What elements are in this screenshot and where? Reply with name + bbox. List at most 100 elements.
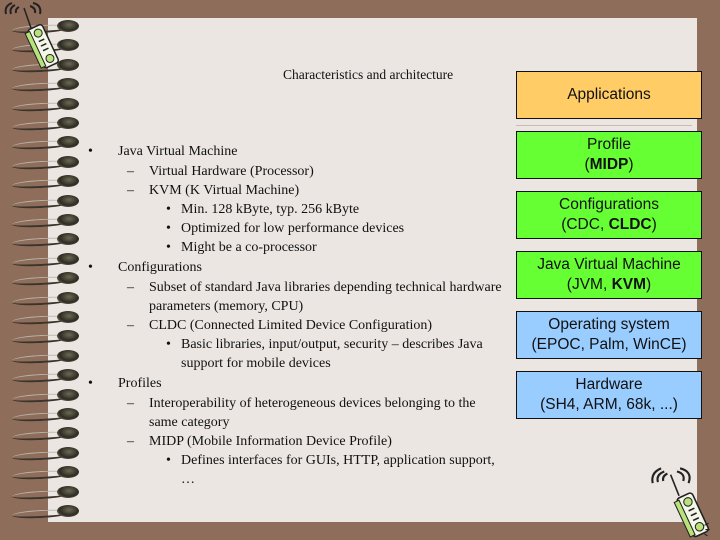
ring-hole — [57, 117, 79, 129]
spiral-ring — [11, 117, 92, 132]
architecture-layer-operating-system: Operating system (EPOC, Palm, WinCE) — [516, 311, 702, 359]
bullet-text: Profiles — [118, 376, 162, 391]
ring-hole — [57, 214, 79, 226]
spiral-ring — [11, 485, 92, 501]
layer-name: Configurations — [559, 196, 659, 213]
mobile-phone-icon — [4, 2, 60, 69]
ring-hole — [57, 97, 79, 110]
spiral-ring — [11, 233, 92, 248]
ring-hole — [57, 349, 79, 362]
dash-marker: – — [127, 280, 134, 295]
spiral-ring — [11, 175, 92, 190]
ring-hole — [57, 369, 79, 382]
spiral-ring — [11, 427, 92, 442]
bullet-item-level-3: • Defines interfaces for GUIs, HTTP, appl… — [86, 451, 506, 489]
spiral-ring — [11, 349, 92, 365]
bullet-item-level-2: – Subset of standard Java libraries depen… — [86, 278, 506, 316]
spiral-ring — [11, 97, 92, 113]
mobile-phone-icon — [651, 467, 710, 538]
bullet-item-level-2: – Interoperability of heterogeneous devic… — [86, 394, 506, 432]
bullet-text: Optimized for low performance devices — [181, 221, 405, 236]
ring-hole — [57, 175, 79, 188]
bullet-text: Basic libraries, input/output, security … — [181, 337, 483, 371]
bullet-marker: • — [166, 453, 171, 468]
bullet-text: Min. 128 kByte, typ. 256 kByte — [181, 202, 360, 217]
bullet-marker: • — [166, 240, 171, 255]
ring-hole — [57, 194, 79, 207]
bullet-text: Interoperability of heterogeneous device… — [149, 396, 476, 430]
layer-detail: (EPOC, Palm, WinCE) — [531, 335, 686, 355]
layer-name: Operating system — [548, 316, 670, 333]
layer-detail-text: ) — [651, 216, 657, 233]
layer-detail-text: ) — [646, 276, 652, 293]
ring-hole — [57, 485, 79, 498]
bullet-item-level-3: • Optimized for low performance devices — [86, 219, 506, 238]
bullet-marker: • — [166, 221, 171, 236]
ring-hole — [57, 408, 79, 420]
bullet-item-level-1: • Java Virtual Machine — [86, 142, 506, 162]
spiral-ring — [11, 252, 92, 268]
layer-name: Hardware — [575, 376, 643, 393]
architecture-layer-hardware: Hardware (SH4, ARM, 68k, ...) — [516, 371, 702, 419]
bullet-text: Might be a co-processor — [181, 240, 317, 255]
bullet-text: Defines interfaces for GUIs, HTTP, appli… — [181, 453, 495, 487]
architecture-layer-configurations: Configurations (CDC, CLDC) — [516, 191, 702, 239]
spiral-ring — [11, 78, 92, 93]
bullet-text: Java Virtual Machine — [118, 144, 238, 159]
spiral-ring — [11, 408, 92, 423]
spiral-ring — [11, 214, 92, 229]
layer-name: Profile — [587, 136, 631, 153]
ring-hole — [57, 20, 79, 32]
ring-hole — [57, 446, 79, 459]
bullet-text: Virtual Hardware (Processor) — [149, 164, 314, 179]
spiral-ring — [11, 136, 92, 151]
bullet-text: CLDC (Connected Limited Device Configura… — [149, 318, 433, 333]
bullet-text: Configurations — [118, 260, 202, 275]
dash-marker: – — [127, 434, 134, 449]
spiral-ring — [11, 291, 92, 307]
dash-marker: – — [127, 183, 134, 198]
layer-name: Java Virtual Machine — [537, 256, 681, 273]
spiral-ring — [11, 505, 92, 520]
spiral-ring — [11, 446, 92, 462]
bullet-marker: • — [166, 337, 171, 352]
spiral-ring — [11, 194, 92, 210]
bullet-item-level-2: – KVM (K Virtual Machine) — [86, 181, 506, 200]
bullet-marker: • — [88, 376, 93, 391]
spiral-ring — [11, 369, 92, 384]
bullet-item-level-1: • Profiles — [86, 374, 506, 394]
bullet-item-level-2: – CLDC (Connected Limited Device Configur… — [86, 316, 506, 335]
slide-title: Characteristics and architecture — [283, 67, 454, 82]
layer-detail: (CDC, CLDC) — [561, 215, 657, 235]
architecture-layer-java-virtual-machine: Java Virtual Machine (JVM, KVM) — [516, 251, 702, 299]
bullet-marker: • — [88, 144, 93, 159]
layer-detail-text: (SH4, ARM, 68k, ...) — [540, 396, 678, 413]
spiral-ring — [11, 388, 92, 404]
ring-hole — [57, 136, 79, 149]
ring-hole — [57, 291, 79, 304]
spiral-ring — [11, 272, 92, 287]
bullet-item-level-1: • Configurations — [86, 258, 506, 278]
dash-marker: – — [127, 318, 134, 333]
bullet-item-level-2: – Virtual Hardware (Processor) — [86, 162, 506, 181]
bullet-text: KVM (K Virtual Machine) — [149, 183, 300, 198]
dash-marker: – — [127, 164, 134, 179]
bullet-list: • Java Virtual Machine – Virtual Hardware (… — [86, 142, 506, 489]
divider — [516, 125, 692, 126]
bullet-marker: • — [166, 202, 171, 217]
layer-detail-text: (CDC, — [561, 216, 609, 233]
ring-hole — [57, 466, 79, 479]
architecture-layer-applications: Applications — [516, 71, 702, 119]
bullet-marker: • — [88, 260, 93, 275]
ring-hole — [57, 39, 79, 52]
ring-hole — [57, 233, 79, 246]
layer-name: Applications — [567, 86, 651, 103]
spiral-ring — [11, 466, 92, 481]
spiral-ring — [11, 155, 92, 171]
bullet-item-level-3: • Basic libraries, input/output, security… — [86, 335, 506, 373]
bullet-item-level-3: • Min. 128 kByte, typ. 256 kByte — [86, 200, 506, 219]
layer-detail-highlight: KVM — [611, 276, 647, 293]
bullet-item-level-2: – MIDP (Mobile Information Device Profile… — [86, 432, 506, 451]
ring-hole — [57, 505, 79, 517]
bullet-item-level-3: • Might be a co-processor — [86, 238, 506, 257]
